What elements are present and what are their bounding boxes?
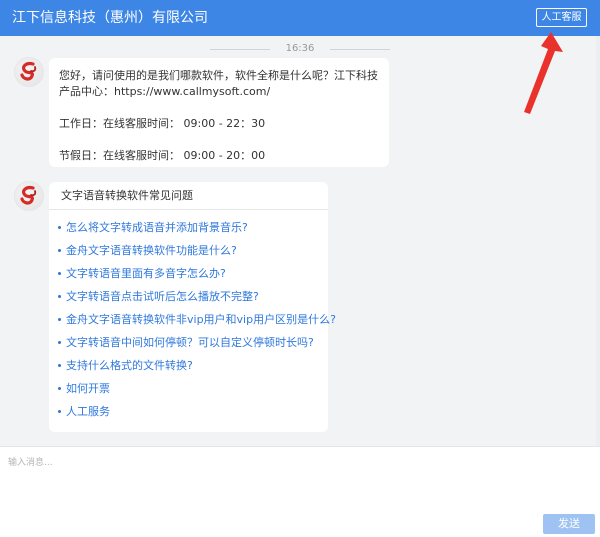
company-logo-icon — [20, 61, 37, 81]
chat-scrollbar[interactable] — [596, 36, 600, 446]
timestamp-divider: 16:36 — [210, 42, 390, 56]
company-title: 江下信息科技（惠州）有限公司 — [12, 10, 208, 26]
company-logo-icon — [15, 182, 43, 210]
chat-area: 16:36 您好，请问使用的是我们哪款软件，软件全称是什么呢？江下科技产品中心：… — [0, 36, 600, 446]
holiday-hours: 节假日：在线客服时间： 09:00 - 20：00 — [59, 149, 266, 162]
timestamp-line-right — [330, 49, 390, 50]
welcome-text: 您好，请问使用的是我们哪款软件，软件全称是什么呢？江下科技产品中心：https:… — [59, 69, 378, 98]
message-input[interactable] — [6, 453, 540, 517]
company-logo-icon — [20, 185, 37, 205]
header-bar: 江下信息科技（惠州）有限公司 人工客服 — [0, 0, 600, 36]
workday-hours: 工作日：在线客服时间： 09:00 - 22：30 — [59, 117, 266, 130]
faq-title: 文字语音转换软件常见问题 — [49, 182, 328, 210]
faq-item[interactable]: 人工服务 — [58, 400, 328, 423]
faq-list: 怎么将文字转成语音并添加背景音乐? 金舟文字语音转换软件功能是什么? 文字转语音… — [49, 210, 336, 423]
faq-item[interactable]: 支持什么格式的文件转换? — [58, 354, 328, 377]
input-area: 发送 — [0, 447, 600, 537]
company-logo-icon — [15, 58, 43, 86]
send-button[interactable]: 发送 — [543, 514, 595, 534]
faq-item[interactable]: 文字转语音里面有多音字怎么办? — [58, 262, 328, 285]
faq-item[interactable]: 金舟文字语音转换软件非vip用户和vip用户区别是什么? — [58, 308, 336, 331]
faq-card: 文字语音转换软件常见问题 怎么将文字转成语音并添加背景音乐? 金舟文字语音转换软… — [49, 182, 336, 432]
faq-item[interactable]: 如何开票 — [58, 377, 328, 400]
faq-item[interactable]: 文字转语音点击试听后怎么播放不完整? — [58, 285, 328, 308]
welcome-message: 您好，请问使用的是我们哪款软件，软件全称是什么呢？江下科技产品中心：https:… — [49, 58, 389, 167]
human-service-button[interactable]: 人工客服 — [536, 8, 587, 27]
faq-item[interactable]: 文字转语音中间如何停顿？可以自定义停顿时长吗? — [58, 331, 328, 354]
faq-item[interactable]: 金舟文字语音转换软件功能是什么? — [58, 239, 328, 262]
faq-item[interactable]: 怎么将文字转成语音并添加背景音乐? — [58, 216, 328, 239]
